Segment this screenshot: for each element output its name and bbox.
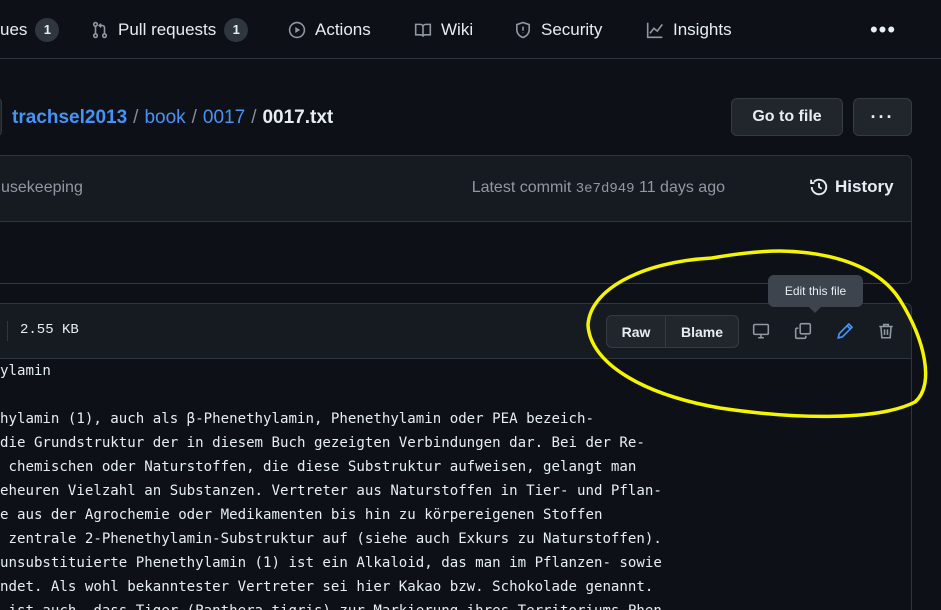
tab-security[interactable]: Security [513,0,602,59]
file-header: 2.55 KB Raw Blame [0,304,911,359]
issues-counter: 1 [35,17,60,42]
code-line: ylamin [0,363,51,379]
copy-raw-button[interactable] [792,320,814,342]
code-line: zentrale 2-Phenethylamin-Substruktur auf… [0,531,662,547]
code-line: ndet. Als wohl bekanntester Vertreter se… [0,579,654,595]
breadcrumb-owner-link[interactable]: trachsel2013 [12,107,127,129]
commit-meta-prefix: Latest commit [471,179,572,196]
raw-button[interactable]: Raw [607,316,666,347]
book-icon [413,20,433,40]
more-options-button[interactable]: ··· [853,98,912,136]
tab-pull-requests-label: Pull requests [118,19,217,39]
breadcrumb-current-file: 0017.txt [262,107,334,128]
breadcrumb-separator: / [133,107,139,128]
copy-icon [794,322,812,340]
tab-insights[interactable]: Insights [645,0,732,59]
commit-sha-link[interactable]: 3e7d949 [576,181,635,197]
history-button[interactable]: History [809,177,894,197]
pencil-icon [837,322,854,339]
tab-actions-label: Actions [315,19,371,39]
latest-commit-box: usekeeping Latest commit 3e7d949 11 days… [0,155,912,284]
display-source-button[interactable] [750,320,772,342]
commit-meta: Latest commit 3e7d949 11 days ago [472,179,725,197]
breadcrumb-separator: / [251,107,257,128]
blame-button[interactable]: Blame [666,316,738,347]
sidebar-toggle-button[interactable] [0,97,2,137]
nav-more-button[interactable]: ••• [868,16,898,44]
tab-insights-label: Insights [673,19,732,39]
go-to-file-button[interactable]: Go to file [731,98,843,136]
content-border [911,358,912,610]
tab-issues[interactable]: ues 1 [0,0,60,59]
tab-issues-label: ues [0,19,28,39]
tab-actions[interactable]: Actions [287,0,371,59]
repo-nav: ues 1 Pull requests 1 Actions Wiki Secur… [0,0,941,59]
raw-blame-group: Raw Blame [606,315,739,348]
shield-icon [513,20,533,40]
code-line: die Grundstruktur der in diesem Buch gez… [0,435,645,451]
delete-file-button[interactable] [875,320,897,342]
code-line: hylamin (1), auch als β-Phenethylamin, P… [0,411,594,427]
breadcrumb-separator: / [191,107,197,128]
commit-header: usekeeping Latest commit 3e7d949 11 days… [0,156,911,222]
edit-file-tooltip: Edit this file [768,275,863,313]
code-line: chemischen oder Naturstoffen, die diese … [0,459,637,475]
desktop-icon [752,323,770,339]
graph-icon [645,20,665,40]
tab-wiki-label: Wiki [441,19,474,39]
code-line: eheuren Vielzahl an Substanzen. Vertrete… [0,483,662,499]
file-size: 2.55 KB [20,322,79,338]
git-pull-request-icon [90,20,110,40]
code-line: e aus der Agrochemie oder Medikamenten b… [0,507,603,523]
breadcrumb-repo-link[interactable]: book [144,107,185,129]
code-line: unsubstituierte Phenethylamin (1) ist ei… [0,555,662,571]
play-circle-icon [287,20,307,40]
tab-security-label: Security [541,19,603,39]
header-divider [7,321,8,341]
tab-pull-requests[interactable]: Pull requests 1 [90,0,249,59]
commit-age: 11 days ago [639,179,725,196]
history-label: History [835,177,894,196]
edit-file-button[interactable] [834,320,856,342]
breadcrumb-folder-link[interactable]: 0017 [203,107,245,129]
pulls-counter: 1 [224,17,249,42]
trash-icon [879,323,893,339]
breadcrumb: trachsel2013 / book / 0017 / 0017.txt [12,105,333,131]
code-line: ist auch, dass Tiger (Panthera tigris) z… [0,599,912,610]
tab-wiki[interactable]: Wiki [413,0,473,59]
commit-message-link[interactable]: usekeeping [1,179,83,197]
history-icon [809,177,829,197]
file-content: ylamin hylamin (1), auch als β-Phenethyla… [0,359,912,610]
